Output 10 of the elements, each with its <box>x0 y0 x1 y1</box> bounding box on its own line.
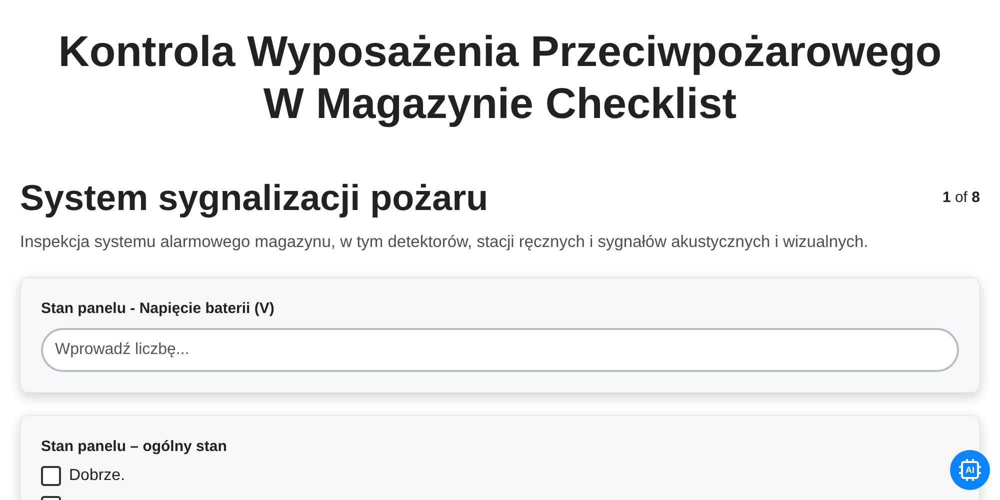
number-input-field[interactable]: Wprowadź liczbę... <box>41 328 959 372</box>
section-heading: System sygnalizacji pożaru <box>20 176 488 220</box>
chip-icon <box>958 458 982 482</box>
section-description: Inspekcja systemu alarmowego magazynu, w tym detektorów, stacji ręcznych i sygnałów akustycznych i wizualnych. <box>20 232 870 253</box>
question-label: Stan panelu - Napięcie baterii (V) <box>41 298 276 319</box>
question-label: Stan panelu – ogólny stan <box>41 437 228 458</box>
page-title: Kontrola Wyposażenia Przeciwpożarowego W Magazynie Checklist <box>57 27 943 130</box>
checkbox[interactable] <box>41 466 61 486</box>
page-counter: 1 of 8 <box>942 188 980 208</box>
option-label: Dobrze. <box>69 466 126 486</box>
